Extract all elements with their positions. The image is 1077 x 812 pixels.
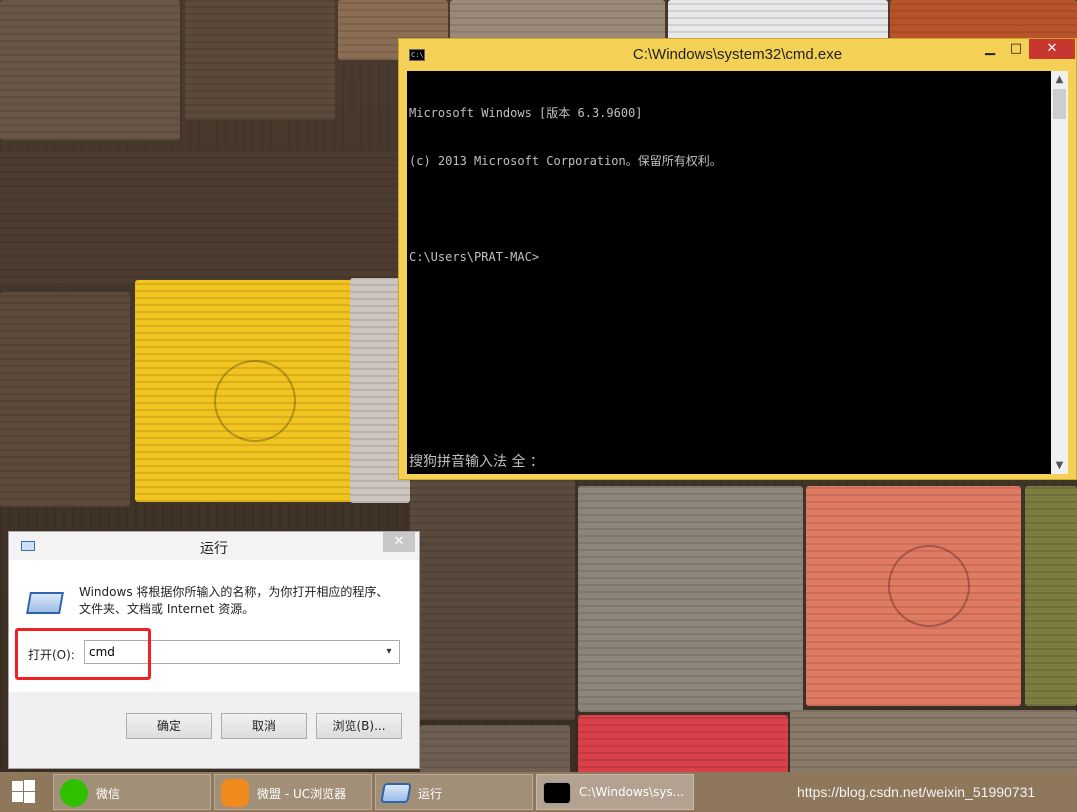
wallpaper-block xyxy=(1025,486,1077,706)
red-highlight-annotation xyxy=(15,628,151,680)
wallpaper-block xyxy=(790,710,1077,772)
cmd-window-title: C:\Windows\system32\cmd.exe xyxy=(632,46,843,63)
wallpaper-block xyxy=(450,0,665,40)
wallpaper-block xyxy=(410,480,575,720)
scroll-down-arrow-icon[interactable]: ▼ xyxy=(1051,457,1068,474)
run-titlebar[interactable]: 运行 ✕ xyxy=(9,532,419,560)
taskbar-item-label: 运行 xyxy=(418,787,443,801)
taskbar-item-label: C:\Windows\sys... xyxy=(579,785,685,799)
wallpaper-red-block xyxy=(578,715,788,772)
console-line: (c) 2013 Microsoft Corporation。保留所有权利。 xyxy=(409,154,722,168)
wallpaper-block xyxy=(668,0,888,40)
run-icon xyxy=(380,783,412,803)
chevron-down-icon[interactable]: ▾ xyxy=(381,643,397,661)
run-dialog-title: 运行 xyxy=(200,541,228,557)
ok-button[interactable]: 确定 xyxy=(126,713,212,739)
windows-logo-icon xyxy=(24,792,35,803)
console-line: Microsoft Windows [版本 6.3.9600] xyxy=(409,106,643,120)
cmd-console[interactable]: Microsoft Windows [版本 6.3.9600] (c) 2013… xyxy=(407,71,1051,474)
taskbar-item-run[interactable]: 运行 xyxy=(375,774,533,810)
maximize-button[interactable]: □ xyxy=(1003,39,1029,59)
taskbar: 微信 微盟 - UC浏览器 运行 C:\Windows\sys... https… xyxy=(0,772,1077,812)
close-button[interactable]: ✕ xyxy=(1029,39,1075,59)
run-program-icon xyxy=(26,592,64,614)
wallpaper-block xyxy=(890,0,1077,40)
scroll-up-arrow-icon[interactable]: ▲ xyxy=(1051,71,1068,88)
cmd-titlebar[interactable]: C:\ C:\Windows\system32\cmd.exe ▁ □ ✕ xyxy=(399,39,1076,71)
wallpaper-block xyxy=(185,0,335,120)
run-dialog[interactable]: 运行 ✕ Windows 将根据你所输入的名称，为你打开相应的程序、文件夹、文档… xyxy=(8,531,420,769)
wallpaper-block xyxy=(0,292,130,507)
wechat-icon xyxy=(60,779,88,807)
uc-browser-icon xyxy=(221,779,249,807)
taskbar-item-cmd[interactable]: C:\Windows\sys... xyxy=(536,774,694,810)
wood-stamp-mark xyxy=(888,545,970,627)
windows-logo-icon xyxy=(24,780,35,791)
run-description: Windows 将根据你所输入的名称，为你打开相应的程序、文件夹、文档或 Int… xyxy=(79,585,389,616)
vertical-scrollbar[interactable]: ▲ ▼ xyxy=(1051,71,1068,474)
console-prompt: C:\Users\PRAT-MAC> xyxy=(409,250,540,264)
scroll-thumb[interactable] xyxy=(1053,89,1066,119)
browse-button[interactable]: 浏览(B)... xyxy=(316,713,402,739)
minimize-button[interactable]: ▁ xyxy=(977,39,1003,59)
wallpaper-block xyxy=(0,150,400,285)
taskbar-item-label: 微信 xyxy=(96,787,121,801)
taskbar-item-wechat[interactable]: 微信 xyxy=(53,774,211,810)
wallpaper-block xyxy=(578,486,803,712)
wallpaper-block xyxy=(0,0,180,140)
taskbar-item-uc-browser[interactable]: 微盟 - UC浏览器 xyxy=(214,774,372,810)
cancel-button[interactable]: 取消 xyxy=(221,713,307,739)
windows-start-button[interactable] xyxy=(0,772,50,812)
wood-stamp-mark xyxy=(214,360,296,442)
windows-logo-icon xyxy=(12,781,23,791)
wallpaper-block xyxy=(420,725,570,772)
windows-logo-icon xyxy=(12,792,23,802)
cmd-window[interactable]: C:\ C:\Windows\system32\cmd.exe ▁ □ ✕ Mi… xyxy=(398,38,1077,480)
watermark-url: https://blog.csdn.net/weixin_51990731 xyxy=(797,784,1036,800)
cmd-icon xyxy=(543,782,571,804)
taskbar-item-label: 微盟 - UC浏览器 xyxy=(257,787,347,801)
close-button[interactable]: ✕ xyxy=(383,532,415,552)
ime-status-bar: 搜狗拼音输入法 全 ： xyxy=(409,454,544,470)
